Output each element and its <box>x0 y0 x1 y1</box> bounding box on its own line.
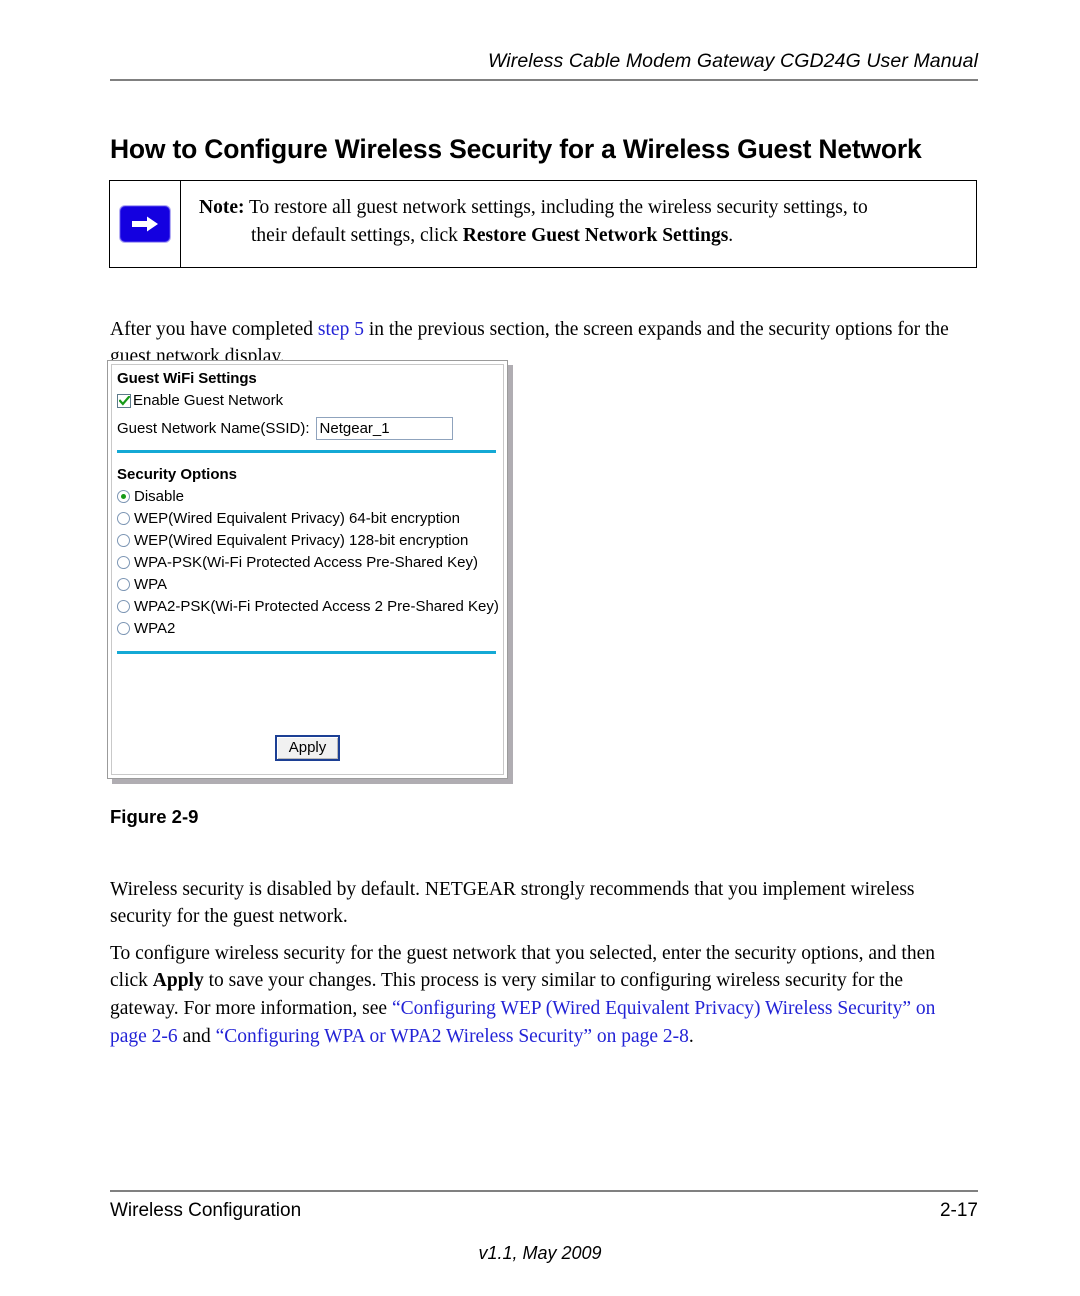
apply-button-container: Apply <box>117 735 498 761</box>
radio-label-wep-128: WEP(Wired Equivalent Privacy) 128-bit en… <box>134 532 469 549</box>
radio-label-wep-64: WEP(Wired Equivalent Privacy) 64-bit enc… <box>134 510 460 527</box>
security-option-row[interactable]: WPA2 <box>117 620 498 637</box>
page-footer: Wireless Configuration 2-17 <box>110 1190 978 1222</box>
radio-wpa-psk[interactable] <box>117 556 130 569</box>
note-line-2: their default settings, click Restore Gu… <box>199 222 964 250</box>
top-divider <box>117 450 496 453</box>
security-option-row[interactable]: WPA <box>117 576 498 593</box>
footer-version: v1.1, May 2009 <box>478 1243 602 1263</box>
radio-wep-128[interactable] <box>117 534 130 547</box>
radio-label-wpa2-psk: WPA2-PSK(Wi-Fi Protected Access 2 Pre-Sh… <box>134 598 499 615</box>
enable-guest-network-checkbox[interactable] <box>117 393 131 408</box>
radio-wpa[interactable] <box>117 578 130 591</box>
security-option-row[interactable]: Disable <box>117 488 498 505</box>
config-part-4: . <box>688 1026 694 1048</box>
radio-wep-64[interactable] <box>117 512 130 525</box>
running-header-title: Wireless Cable Modem Gateway CGD24G User… <box>487 50 978 72</box>
note-box: Note: To restore all guest network setti… <box>109 180 977 268</box>
security-option-row[interactable]: WEP(Wired Equivalent Privacy) 64-bit enc… <box>117 510 498 527</box>
footer-page-number: 2-17 <box>939 1200 978 1221</box>
config-apply-bold: Apply <box>152 970 204 992</box>
security-option-row[interactable]: WPA2-PSK(Wi-Fi Protected Access 2 Pre-Sh… <box>117 598 499 615</box>
guest-wifi-settings-heading: Guest WiFi Settings <box>117 370 257 387</box>
radio-wpa2-psk[interactable] <box>117 600 130 613</box>
note-icon-cell <box>110 181 181 267</box>
guest-wifi-settings-panel: Guest WiFi Settings Enable Guest Network… <box>107 360 508 779</box>
configuring-wpa-link[interactable]: “Configuring WPA or WPA2 Wireless Securi… <box>216 1026 689 1047</box>
intro-before-link: After you have completed <box>110 318 318 340</box>
enable-guest-network-row[interactable]: Enable Guest Network <box>117 392 498 409</box>
ssid-label: Guest Network Name(SSID): <box>117 420 310 437</box>
apply-button[interactable]: Apply <box>274 735 341 761</box>
configure-security-paragraph: To configure wireless security for the g… <box>110 940 976 1052</box>
default-security-paragraph: Wireless security is disabled by default… <box>110 878 915 928</box>
step-5-link[interactable]: step 5 <box>318 319 364 340</box>
page-title: How to Configure Wireless Security for a… <box>110 133 922 164</box>
bottom-divider <box>117 651 496 654</box>
radio-label-wpa: WPA <box>134 576 168 593</box>
figure-screenshot: Guest WiFi Settings Enable Guest Network… <box>107 360 513 784</box>
radio-label-wpa-psk: WPA-PSK(Wi-Fi Protected Access Pre-Share… <box>134 554 478 571</box>
config-part-3: and <box>177 1026 216 1048</box>
blue-right-arrow-icon <box>120 206 170 242</box>
footer-divider <box>110 1190 978 1192</box>
radio-label-wpa2: WPA2 <box>134 620 176 637</box>
page-header: Wireless Cable Modem Gateway CGD24G User… <box>110 50 978 81</box>
radio-wpa2[interactable] <box>117 622 130 635</box>
security-options-heading: Security Options <box>117 466 238 483</box>
check-icon <box>118 395 130 406</box>
ssid-row: Guest Network Name(SSID): <box>117 417 498 440</box>
note-body: Note: To restore all guest network setti… <box>181 181 976 267</box>
note-line-2-prefix: their default settings, click <box>251 224 463 246</box>
security-option-row[interactable]: WEP(Wired Equivalent Privacy) 128-bit en… <box>117 532 498 549</box>
note-line-1: To restore all guest network settings, i… <box>244 197 868 218</box>
note-label: Note: <box>199 197 245 218</box>
note-line-2-suffix: . <box>728 224 734 246</box>
note-line-2-bold: Restore Guest Network Settings <box>462 224 729 246</box>
figure-caption: Figure 2-9 <box>110 806 199 827</box>
header-divider <box>110 79 978 81</box>
radio-disable[interactable] <box>117 490 130 503</box>
footer-section-name: Wireless Configuration <box>110 1200 302 1221</box>
enable-guest-network-label: Enable Guest Network <box>133 392 284 409</box>
security-option-row[interactable]: WPA-PSK(Wi-Fi Protected Access Pre-Share… <box>117 554 498 571</box>
radio-label-disable: Disable <box>134 488 185 505</box>
ssid-input[interactable] <box>315 417 453 440</box>
